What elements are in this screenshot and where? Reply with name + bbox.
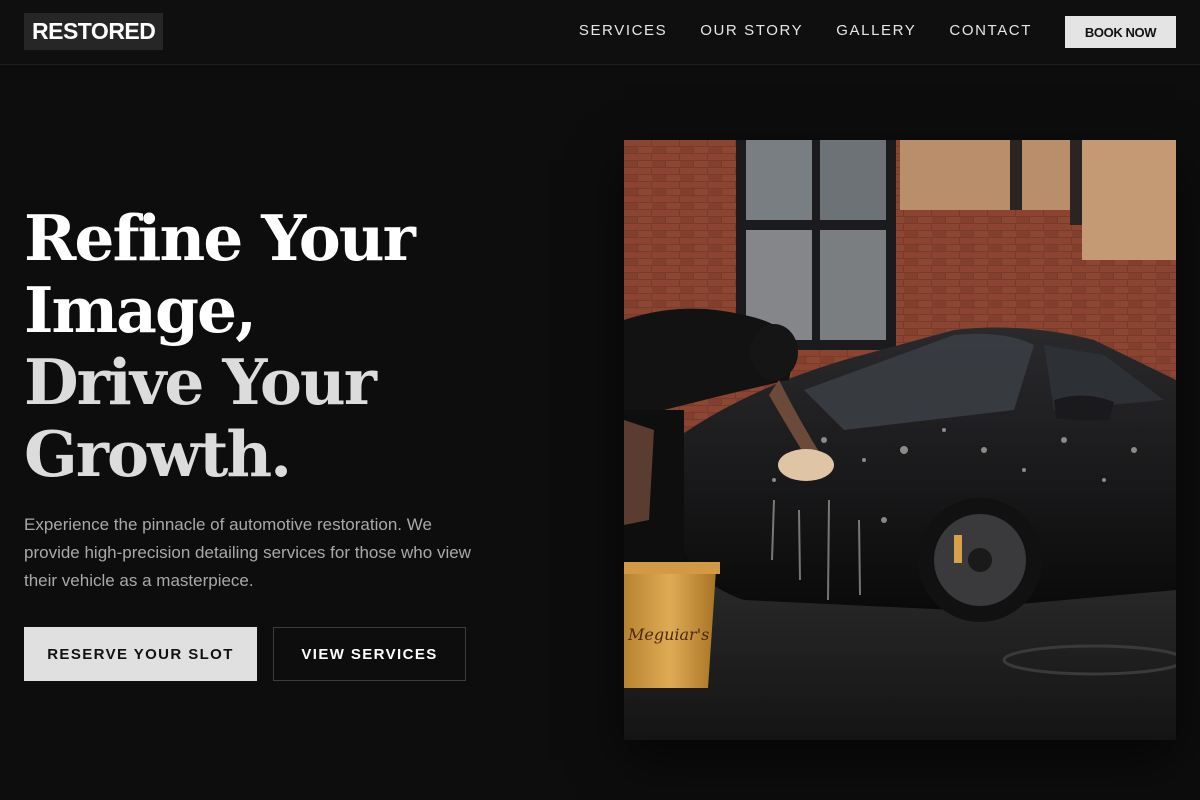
nav-link-services[interactable]: SERVICES <box>579 22 667 40</box>
hero-title: Refine Your Image, Drive Your Growth. <box>24 201 416 491</box>
hero-title-line-3: Drive Your <box>24 345 377 419</box>
nav-link-contact[interactable]: CONTACT <box>949 22 1032 40</box>
top-navbar: RESTORED SERVICES OUR STORY GALLERY CONT… <box>0 0 1200 65</box>
brand-logo[interactable]: RESTORED <box>24 13 164 50</box>
hero-title-line-4: Growth. <box>24 417 292 491</box>
hero-title-line-2: Image, <box>24 273 257 347</box>
book-now-button[interactable]: BOOK NOW <box>1065 16 1176 48</box>
view-services-button[interactable]: VIEW SERVICES <box>273 627 466 681</box>
nav-link-gallery[interactable]: GALLERY <box>836 22 916 40</box>
nav-links: SERVICES OUR STORY GALLERY CONTACT <box>579 22 1032 40</box>
reserve-slot-button[interactable]: RESERVE YOUR SLOT <box>24 627 257 681</box>
nav-link-our-story[interactable]: OUR STORY <box>700 22 803 40</box>
hero-car-wash-image: Meguiar's <box>624 140 1176 740</box>
hero-title-line-1: Refine Your <box>24 201 416 275</box>
hero-description: Experience the pinnacle of automotive re… <box>24 515 471 590</box>
bucket-logo: Meguiar's <box>627 625 709 644</box>
